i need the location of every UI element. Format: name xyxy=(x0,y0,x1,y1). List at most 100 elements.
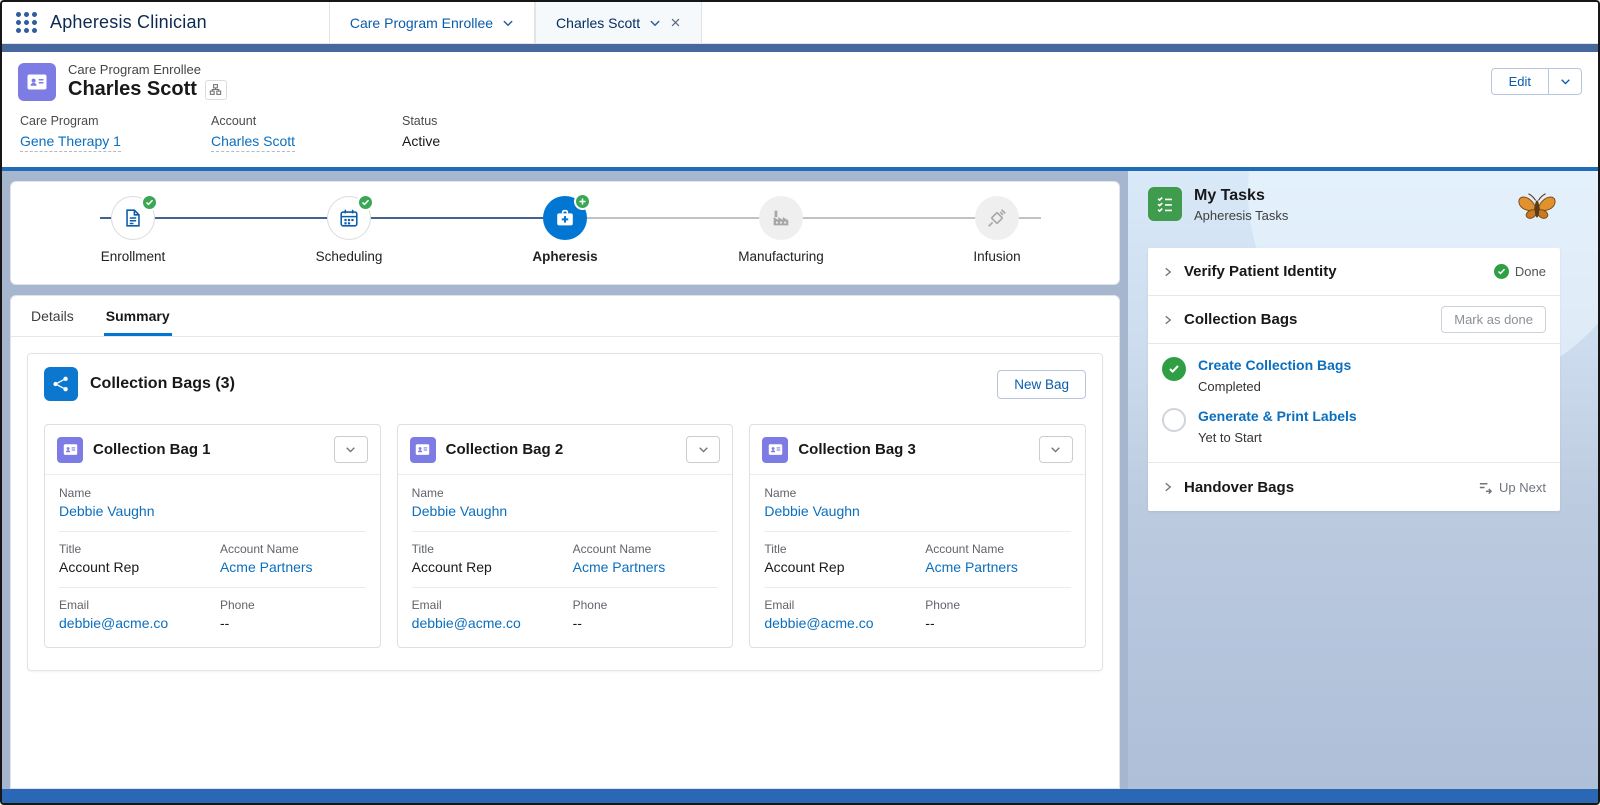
task-row-handover-bags[interactable]: Handover Bags Up Next xyxy=(1148,463,1560,511)
app-window: Apheresis Clinician Care Program Enrolle… xyxy=(0,0,1600,805)
divider xyxy=(59,531,366,532)
stage-label: Apheresis xyxy=(532,249,598,264)
field-label: Account Name xyxy=(925,542,1004,556)
collection-bags-grid: Collection Bag 1 Name Debbie Vaughn Titl… xyxy=(28,412,1102,670)
bag-field-phone: Phone -- xyxy=(925,598,1071,633)
path-stage-scheduling[interactable]: Scheduling xyxy=(241,194,457,264)
subtask-create-collection-bags[interactable]: Create Collection Bags Completed xyxy=(1162,350,1546,401)
email-link[interactable]: debbie@acme.co xyxy=(59,615,168,631)
stage-label: Enrollment xyxy=(100,249,166,264)
bag-title: Collection Bag 3 xyxy=(798,441,916,458)
app-launcher-icon[interactable] xyxy=(16,12,37,33)
field-label: Name xyxy=(59,486,92,500)
nav-accent-band xyxy=(2,44,1598,52)
divider xyxy=(411,531,719,532)
field-care-program: Care Program Gene Therapy 1 xyxy=(20,114,155,152)
field-label: Name xyxy=(411,486,444,500)
contact-name-link[interactable]: Debbie Vaughn xyxy=(412,503,507,519)
bag-field-name: Name Debbie Vaughn xyxy=(764,486,1071,521)
nav-tab-care-program-enrollee[interactable]: Care Program Enrollee xyxy=(328,2,536,43)
bag-actions-button[interactable] xyxy=(1038,436,1073,463)
chevron-down-icon xyxy=(346,447,355,453)
app-name: Apheresis Clinician xyxy=(50,12,207,32)
mark-as-done-button[interactable]: Mark as done xyxy=(1441,306,1546,333)
field-label: Email xyxy=(411,598,442,612)
subtask-status: Completed xyxy=(1198,379,1261,394)
medical-case-icon xyxy=(557,209,573,226)
nav-tab-bar: Care Program Enrollee Charles Scott xyxy=(328,2,703,43)
field-label: Email xyxy=(764,598,795,612)
email-link[interactable]: debbie@acme.co xyxy=(764,615,873,631)
contact-title-value: Account Rep xyxy=(59,559,140,575)
done-check-icon xyxy=(1493,264,1509,279)
chevron-right-icon[interactable] xyxy=(1162,481,1174,493)
tab-details[interactable]: Details xyxy=(29,296,76,336)
check-icon xyxy=(145,199,154,206)
subtask-link[interactable]: Generate & Print Labels xyxy=(1198,408,1357,424)
subtask-open-icon xyxy=(1162,408,1186,432)
tasks-subtitle: Apheresis Tasks xyxy=(1194,208,1289,223)
field-label: Phone xyxy=(925,598,960,612)
view-hierarchy-button[interactable] xyxy=(204,79,227,100)
email-link[interactable]: debbie@acme.co xyxy=(412,615,521,631)
chevron-right-icon[interactable] xyxy=(1162,314,1174,326)
close-tab-icon[interactable] xyxy=(670,17,681,28)
account-name-link[interactable]: Acme Partners xyxy=(573,559,666,575)
stage-complete-badge xyxy=(357,194,374,211)
collection-bag-card-2: Collection Bag 2 Name Debbie Vaughn Titl… xyxy=(396,424,734,648)
task-row-collection-bags[interactable]: Collection Bags Mark as done xyxy=(1148,296,1560,344)
field-label: Account Name xyxy=(219,542,299,556)
bag-field-phone: Phone -- xyxy=(220,598,366,633)
account-name-link[interactable]: Acme Partners xyxy=(925,559,1018,575)
bag-field-account: Account Name Acme Partners xyxy=(573,542,719,577)
new-bag-button[interactable]: New Bag xyxy=(997,369,1086,399)
chevron-down-icon[interactable] xyxy=(649,17,661,29)
bag-actions-button[interactable] xyxy=(333,436,368,463)
bag-field-email: Email debbie@acme.co xyxy=(764,598,917,633)
field-label: Phone xyxy=(219,598,255,612)
record-header: Care Program Enrollee Charles Scott Edit… xyxy=(2,52,1598,167)
path-stage-manufacturing[interactable]: Manufacturing xyxy=(673,196,889,264)
subtask-link[interactable]: Create Collection Bags xyxy=(1198,357,1351,373)
divider xyxy=(764,587,1071,588)
edit-dropdown-button[interactable] xyxy=(1548,68,1582,95)
tasks-list: Verify Patient Identity Done Collection … xyxy=(1148,248,1560,511)
care-program-link[interactable]: Gene Therapy 1 xyxy=(20,133,121,152)
field-label: Status xyxy=(402,114,438,128)
up-next-icon xyxy=(1479,482,1493,494)
chevron-right-icon[interactable] xyxy=(1162,266,1174,278)
path-stage-apheresis[interactable]: Apheresis xyxy=(457,193,673,264)
field-label: Phone xyxy=(572,598,608,612)
contact-name-link[interactable]: Debbie Vaughn xyxy=(59,503,154,519)
task-label: Handover Bags xyxy=(1184,478,1295,496)
subtask-generate-print-labels[interactable]: Generate & Print Labels Yet to Start xyxy=(1162,401,1546,452)
tab-summary[interactable]: Summary xyxy=(103,296,172,336)
bag-field-account: Account Name Acme Partners xyxy=(220,542,366,577)
account-name-link[interactable]: Acme Partners xyxy=(220,559,313,575)
chevron-down-icon[interactable] xyxy=(502,17,514,29)
document-icon xyxy=(126,209,140,227)
account-link[interactable]: Charles Scott xyxy=(211,133,296,152)
edit-button[interactable]: Edit xyxy=(1490,68,1549,95)
divider xyxy=(764,531,1071,532)
phone-value: -- xyxy=(925,615,935,631)
collection-bags-title: Collection Bags (3) xyxy=(90,375,235,392)
task-status: Up Next xyxy=(1499,479,1546,495)
path-stage-infusion[interactable]: Infusion xyxy=(889,196,1105,264)
my-tasks-sidebar: My Tasks Apheresis Tasks Verify Patient … xyxy=(1128,171,1598,789)
phone-value: -- xyxy=(219,615,230,631)
bag-actions-button[interactable] xyxy=(686,436,721,463)
contact-card-icon xyxy=(409,436,436,463)
field-label: Title xyxy=(411,542,434,556)
contact-name-link[interactable]: Debbie Vaughn xyxy=(764,503,859,519)
field-status: Status Active xyxy=(402,114,537,152)
path-stage-enrollment[interactable]: Enrollment xyxy=(25,194,241,264)
task-status: Done xyxy=(1514,264,1546,279)
stage-label: Scheduling xyxy=(315,249,383,264)
task-label: Collection Bags xyxy=(1184,311,1298,328)
nav-tab-charles-scott[interactable]: Charles Scott xyxy=(535,2,703,43)
record-tabs-panel: Details Summary Collection Bags (3) New … xyxy=(10,295,1120,789)
bag-field-name: Name Debbie Vaughn xyxy=(412,486,719,521)
task-row-verify-patient-identity[interactable]: Verify Patient Identity Done xyxy=(1148,248,1560,296)
bag-field-name: Name Debbie Vaughn xyxy=(59,486,366,521)
